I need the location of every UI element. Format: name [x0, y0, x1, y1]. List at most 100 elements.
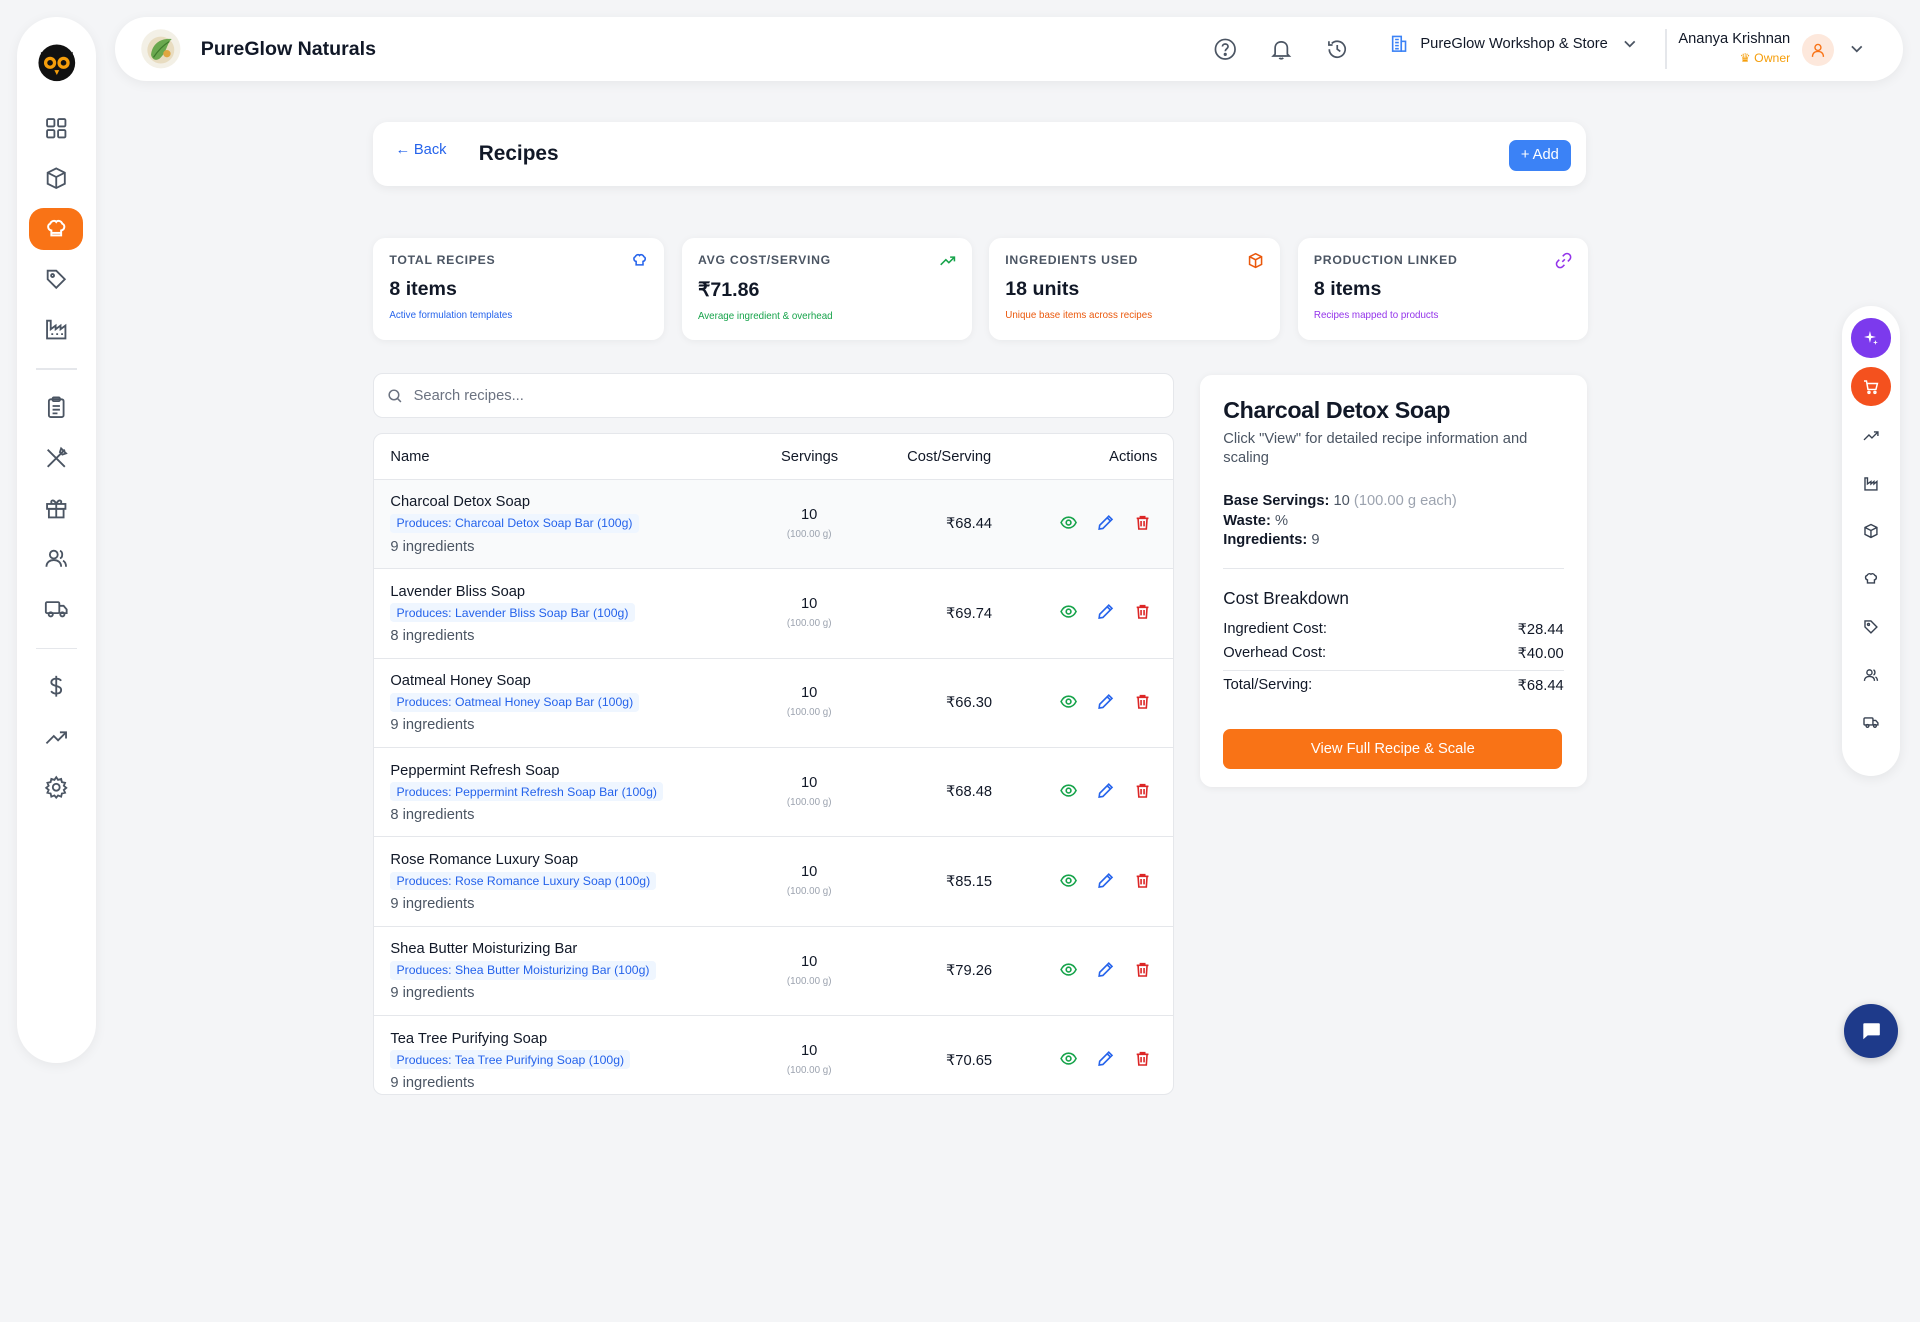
owl-logo-icon[interactable]	[36, 42, 78, 84]
view-button[interactable]	[1060, 514, 1080, 534]
delete-button[interactable]	[1134, 514, 1154, 534]
sidebar-item-orders[interactable]	[29, 387, 83, 429]
rail-item-production[interactable]	[1851, 464, 1890, 503]
ingredient-count: 9 ingredients	[390, 1074, 475, 1091]
help-icon[interactable]	[1213, 37, 1237, 61]
rail-item-inventory[interactable]	[1851, 512, 1890, 551]
stat-subtitle: Recipes mapped to products	[1313, 310, 1439, 322]
view-button[interactable]	[1060, 961, 1080, 981]
table-row[interactable]: Peppermint Refresh Soap Produces: Pepperm…	[374, 748, 1174, 838]
bell-icon[interactable]	[1269, 37, 1293, 61]
user-icon	[1812, 44, 1825, 58]
cart-icon	[1864, 380, 1879, 395]
trend-up-icon	[940, 256, 956, 266]
back-button[interactable]: ← Back	[396, 142, 447, 158]
delete-button[interactable]	[1134, 1050, 1154, 1070]
produces-badge[interactable]: Produces: Rose Romance Luxury Soap (100g…	[390, 871, 657, 891]
column-header-cost[interactable]: Cost/Serving	[907, 449, 991, 465]
sidebar-item-kitchen[interactable]	[29, 437, 83, 479]
produces-badge[interactable]: Produces: Lavender Bliss Soap Bar (100g)	[390, 603, 635, 623]
rail-item-recipes[interactable]	[1851, 559, 1890, 598]
edit-button[interactable]	[1097, 514, 1117, 534]
link-icon	[1555, 252, 1572, 269]
avatar[interactable]	[1802, 34, 1835, 67]
rail-item-analytics[interactable]	[1851, 416, 1890, 455]
produces-badge[interactable]: Produces: Oatmeal Honey Soap Bar (100g)	[390, 692, 640, 712]
brand-logo-icon[interactable]	[140, 28, 182, 70]
workspace-selector[interactable]: PureGlow Workshop & Store	[1389, 34, 1640, 54]
sidebar-item-dashboard[interactable]	[29, 108, 83, 150]
sidebar-item-pricing[interactable]	[29, 258, 83, 300]
recipes-table: Name Servings Cost/Serving Actions Charc…	[373, 433, 1175, 1095]
trend-up-icon	[1863, 431, 1879, 441]
table-row[interactable]: Tea Tree Purifying Soap Produces: Tea Tre…	[374, 1016, 1173, 1094]
delete-button[interactable]	[1134, 872, 1154, 892]
trash-icon	[1134, 604, 1151, 626]
column-header-name[interactable]: Name	[390, 449, 429, 465]
sidebar-item-inventory[interactable]	[29, 158, 83, 200]
ai-assistant-button[interactable]	[1851, 318, 1891, 358]
delete-button[interactable]	[1134, 782, 1154, 802]
rail-item-customers[interactable]	[1851, 655, 1890, 694]
chat-support-button[interactable]	[1844, 1004, 1898, 1058]
total-cost-line: Total/Serving: ₹68.44	[1223, 669, 1564, 699]
search-input[interactable]	[413, 387, 1124, 404]
view-button[interactable]	[1060, 782, 1080, 802]
sidebar-item-production[interactable]	[29, 308, 83, 350]
cart-button[interactable]	[1851, 367, 1891, 407]
table-row[interactable]: Shea Butter Moisturizing Bar Produces: Sh…	[374, 927, 1174, 1017]
edit-button[interactable]	[1097, 603, 1117, 623]
delete-button[interactable]	[1134, 693, 1154, 713]
sidebar-item-recipes[interactable]	[29, 208, 84, 250]
ingredient-count: 9 ingredients	[390, 717, 475, 734]
box-icon	[1248, 253, 1262, 269]
serving-size: (100.00 g)	[786, 707, 832, 719]
produces-badge[interactable]: Produces: Tea Tree Purifying Soap (100g)	[390, 1050, 631, 1070]
edit-button[interactable]	[1097, 782, 1117, 802]
chevron-down-icon	[1624, 41, 1636, 48]
table-row[interactable]: Charcoal Detox Soap Produces: Charcoal De…	[374, 479, 1174, 570]
view-button[interactable]	[1060, 693, 1080, 713]
column-header-actions: Actions	[1109, 449, 1158, 466]
delete-button[interactable]	[1134, 603, 1154, 623]
view-button[interactable]	[1060, 1050, 1080, 1070]
truck-icon	[44, 601, 68, 618]
brand-name: PureGlow Naturals	[200, 37, 376, 60]
chef-hat-icon	[632, 254, 646, 266]
history-icon[interactable]	[1325, 37, 1349, 61]
user-divider	[1665, 29, 1667, 69]
base-servings-label: Base Servings:	[1223, 493, 1330, 510]
sidebar-item-gifts[interactable]	[29, 487, 83, 529]
base-servings-value: 10	[1333, 493, 1350, 510]
produces-badge[interactable]: Produces: Peppermint Refresh Soap Bar (1…	[390, 782, 664, 802]
cost-per-serving: ₹70.65	[945, 1052, 993, 1069]
tag-icon	[1864, 620, 1878, 634]
sidebar-item-delivery[interactable]	[29, 588, 83, 630]
sidebar-item-finance[interactable]	[29, 666, 83, 708]
column-header-servings[interactable]: Servings	[781, 449, 838, 465]
produces-badge[interactable]: Produces: Shea Butter Moisturizing Bar (…	[390, 960, 656, 980]
table-row[interactable]: Rose Romance Luxury Soap Produces: Rose R…	[374, 837, 1174, 927]
user-menu-chevron-icon[interactable]	[1847, 39, 1867, 59]
edit-button[interactable]	[1097, 1050, 1117, 1070]
view-button[interactable]	[1060, 872, 1080, 892]
sidebar-item-customers[interactable]	[29, 537, 83, 579]
edit-button[interactable]	[1097, 961, 1117, 981]
table-row[interactable]: Lavender Bliss Soap Produces: Lavender Bl…	[374, 569, 1174, 659]
delete-button[interactable]	[1134, 961, 1154, 981]
total-value: ₹68.44	[1517, 678, 1564, 695]
rail-item-pricing[interactable]	[1851, 607, 1890, 646]
add-recipe-button[interactable]: + Add	[1508, 139, 1572, 172]
users-icon	[1863, 668, 1879, 681]
edit-button[interactable]	[1097, 872, 1117, 892]
sidebar-item-settings[interactable]	[29, 766, 83, 808]
stat-label: TOTAL RECIPES	[389, 253, 496, 268]
produces-badge[interactable]: Produces: Charcoal Detox Soap Bar (100g)	[390, 514, 639, 533]
view-button[interactable]	[1060, 603, 1080, 623]
edit-button[interactable]	[1097, 693, 1117, 713]
sidebar-item-analytics[interactable]	[29, 716, 83, 758]
waste-line: Waste: %	[1223, 512, 1563, 532]
rail-item-delivery[interactable]	[1851, 703, 1890, 742]
table-row[interactable]: Oatmeal Honey Soap Produces: Oatmeal Hone…	[374, 659, 1174, 748]
view-full-recipe-button[interactable]: View Full Recipe & Scale	[1223, 728, 1563, 770]
